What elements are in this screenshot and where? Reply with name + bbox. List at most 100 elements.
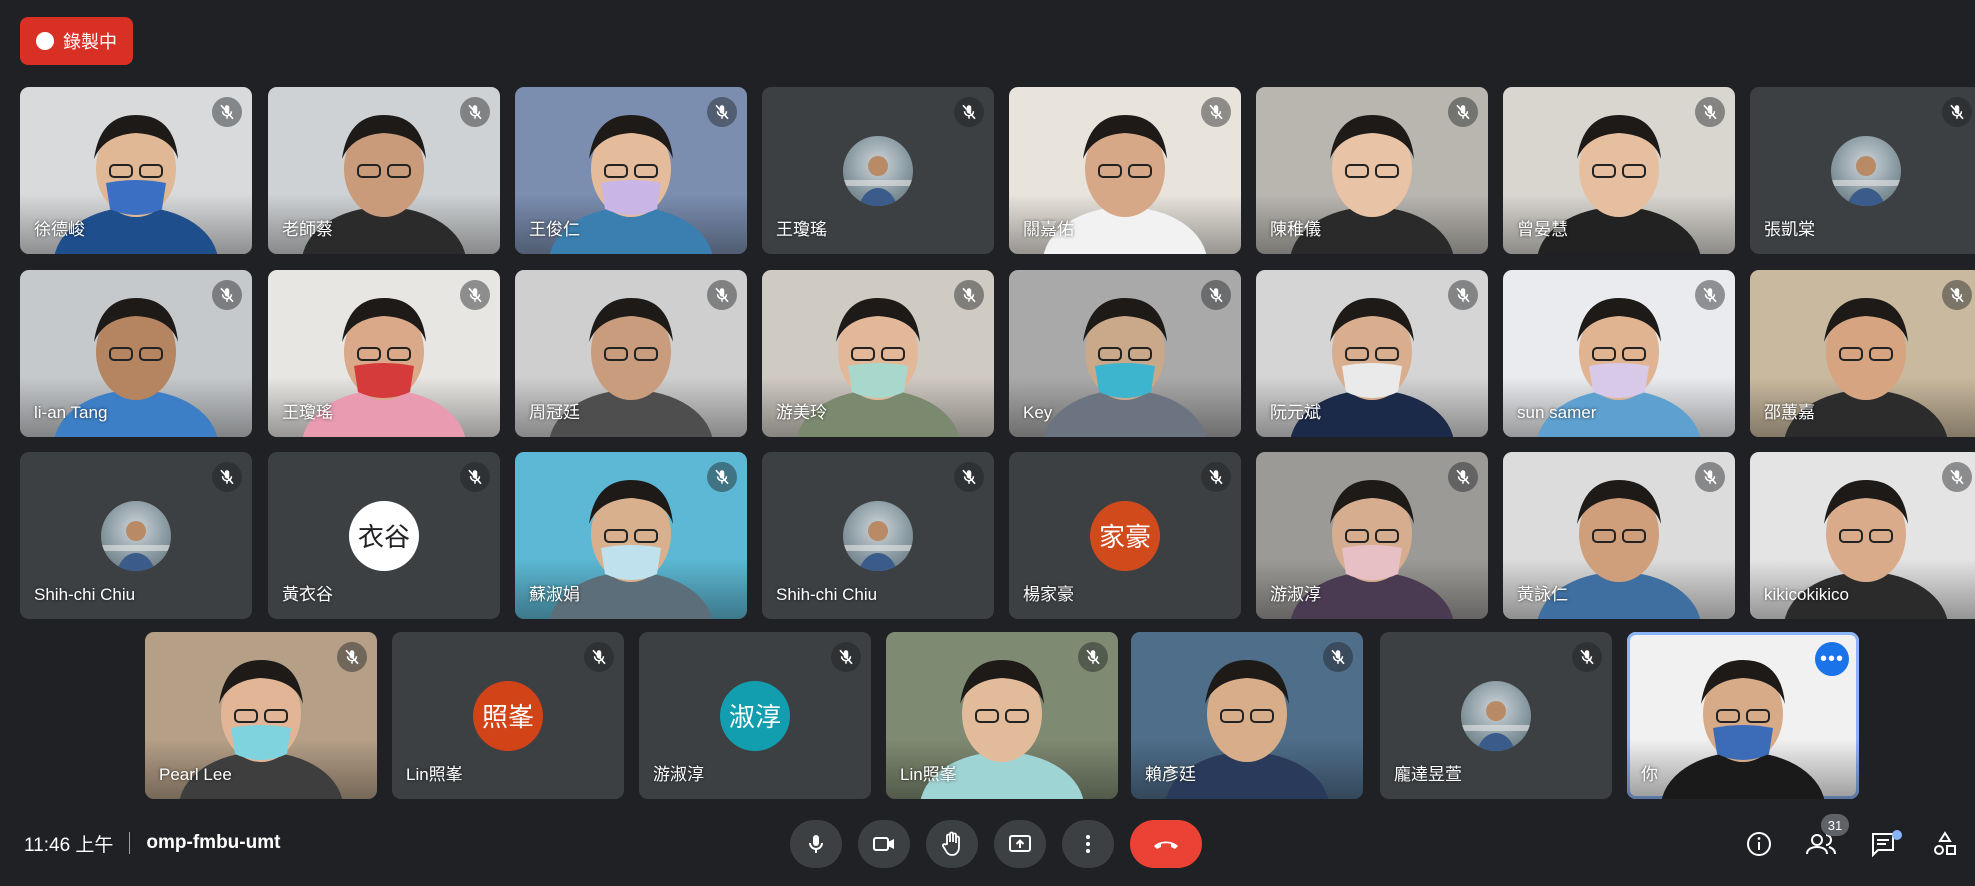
participant-name: 邵蕙嘉	[1764, 403, 1815, 422]
participant-name: 徐德峻	[34, 220, 85, 239]
participant-name: 王瓊瑤	[282, 403, 333, 422]
participant-tile[interactable]: 照峯 Lin照峯	[392, 632, 624, 799]
mic-off-icon	[460, 280, 490, 310]
mic-off-icon	[1942, 280, 1972, 310]
chat-notification-dot	[1892, 830, 1902, 840]
participant-name: 賴彥廷	[1145, 765, 1196, 784]
mic-off-icon	[1572, 642, 1602, 672]
participant-tile[interactable]: 淑淳 游淑淳	[639, 632, 871, 799]
more-options-button[interactable]	[1062, 820, 1114, 868]
microphone-button[interactable]	[790, 820, 842, 868]
raise-hand-button[interactable]	[926, 820, 978, 868]
participant-tile[interactable]: Key	[1009, 270, 1241, 437]
camera-button[interactable]	[858, 820, 910, 868]
mic-off-icon	[831, 642, 861, 672]
participant-name: 張凱棠	[1764, 220, 1815, 239]
mic-off-icon	[707, 462, 737, 492]
self-view-tile[interactable]: ••• 你	[1627, 632, 1859, 799]
self-view-options-button[interactable]: •••	[1815, 642, 1849, 676]
participant-tile[interactable]: 王俊仁	[515, 87, 747, 254]
hangup-icon	[1154, 841, 1178, 849]
mic-off-icon	[212, 280, 242, 310]
participant-name: Pearl Lee	[159, 765, 232, 784]
participant-name: Shih-chi Chiu	[34, 585, 136, 604]
participant-name: 蘇淑娟	[529, 585, 580, 604]
participant-tile[interactable]: sun samer	[1503, 270, 1735, 437]
participant-tile[interactable]: 陳稚儀	[1256, 87, 1488, 254]
mic-off-icon	[212, 97, 242, 127]
activities-button[interactable]	[1923, 822, 1967, 866]
mic-off-icon	[1078, 642, 1108, 672]
mic-off-icon	[1448, 280, 1478, 310]
participant-tile[interactable]: 曾晏慧	[1503, 87, 1735, 254]
avatar: 家豪	[1090, 500, 1160, 571]
avatar	[843, 135, 913, 206]
microphone-icon	[809, 835, 823, 853]
participant-name: Lin照峯	[406, 765, 463, 784]
participant-name: 曾晏慧	[1517, 220, 1568, 239]
mic-off-icon	[584, 642, 614, 672]
participant-tile[interactable]: 周冠廷	[515, 270, 747, 437]
participant-tile[interactable]: 游美玲	[762, 270, 994, 437]
avatar	[1831, 135, 1901, 206]
raise-hand-icon	[942, 831, 960, 856]
mic-off-icon	[1201, 280, 1231, 310]
meeting-code[interactable]: omp-fmbu-umt	[146, 832, 280, 854]
mic-off-icon	[212, 462, 242, 492]
participant-name: 游美玲	[776, 403, 827, 422]
activities-icon	[1934, 831, 1956, 855]
participant-tile[interactable]: 張凱棠	[1750, 87, 1975, 254]
mic-off-icon	[1201, 97, 1231, 127]
participant-tile[interactable]: kikicokikico	[1750, 452, 1975, 619]
participant-name: 關嘉佑	[1023, 220, 1074, 239]
participant-name: 老師蔡	[282, 220, 333, 239]
mic-off-icon	[1942, 97, 1972, 127]
participant-name: 黃詠仁	[1517, 585, 1568, 604]
participant-tile[interactable]: 游淑淳	[1256, 452, 1488, 619]
participant-name: 楊家豪	[1023, 585, 1074, 604]
participant-tile[interactable]: 龐達昱萱	[1380, 632, 1612, 799]
avatar	[1461, 680, 1531, 751]
mic-off-icon	[1201, 462, 1231, 492]
participant-name: 王瓊瑤	[776, 220, 827, 239]
participant-name: 阮元斌	[1270, 403, 1321, 422]
present-button[interactable]	[994, 820, 1046, 868]
bottom-bar: 11:46 上午 omp-fmbu-umt	[0, 800, 1975, 886]
participant-name: kikicokikico	[1764, 585, 1850, 604]
participant-tile[interactable]: 徐德峻	[20, 87, 252, 254]
more-vert-icon	[1086, 835, 1090, 853]
mic-off-icon	[460, 462, 490, 492]
participant-tile[interactable]: 衣谷 黃衣谷	[268, 452, 500, 619]
meeting-info-button[interactable]	[1737, 822, 1781, 866]
mic-off-icon	[1695, 280, 1725, 310]
mic-off-icon	[954, 462, 984, 492]
participant-tile[interactable]: 老師蔡	[268, 87, 500, 254]
mic-off-icon	[707, 280, 737, 310]
participant-name: sun samer	[1517, 403, 1597, 422]
mic-off-icon	[1448, 97, 1478, 127]
participant-tile[interactable]: 關嘉佑	[1009, 87, 1241, 254]
leave-call-button[interactable]	[1130, 820, 1202, 868]
participant-name: 游淑淳	[1270, 585, 1321, 604]
mic-off-icon	[1323, 642, 1353, 672]
participant-tile[interactable]: 邵蕙嘉	[1750, 270, 1975, 437]
info-icon	[1747, 832, 1771, 856]
participant-tile[interactable]: Lin照峯	[886, 632, 1118, 799]
participant-name: Shih-chi Chiu	[776, 585, 878, 604]
participant-tile[interactable]: li-an Tang	[20, 270, 252, 437]
meeting-details: 11:46 上午 omp-fmbu-umt	[24, 800, 280, 886]
participant-tile[interactable]: 王瓊瑤	[762, 87, 994, 254]
participant-tile[interactable]: Pearl Lee	[145, 632, 377, 799]
divider	[129, 832, 131, 854]
mic-off-icon	[1695, 462, 1725, 492]
participant-tile[interactable]: 王瓊瑤	[268, 270, 500, 437]
participant-tile[interactable]: 蘇淑娟	[515, 452, 747, 619]
chat-button[interactable]	[1861, 822, 1905, 866]
participant-tile[interactable]: Shih-chi Chiu	[20, 452, 252, 619]
participant-tile[interactable]: 阮元斌	[1256, 270, 1488, 437]
participant-name: 游淑淳	[653, 765, 704, 784]
participant-tile[interactable]: 賴彥廷	[1131, 632, 1363, 799]
participant-tile[interactable]: Shih-chi Chiu	[762, 452, 994, 619]
participant-tile[interactable]: 黃詠仁	[1503, 452, 1735, 619]
participant-tile[interactable]: 家豪 楊家豪	[1009, 452, 1241, 619]
